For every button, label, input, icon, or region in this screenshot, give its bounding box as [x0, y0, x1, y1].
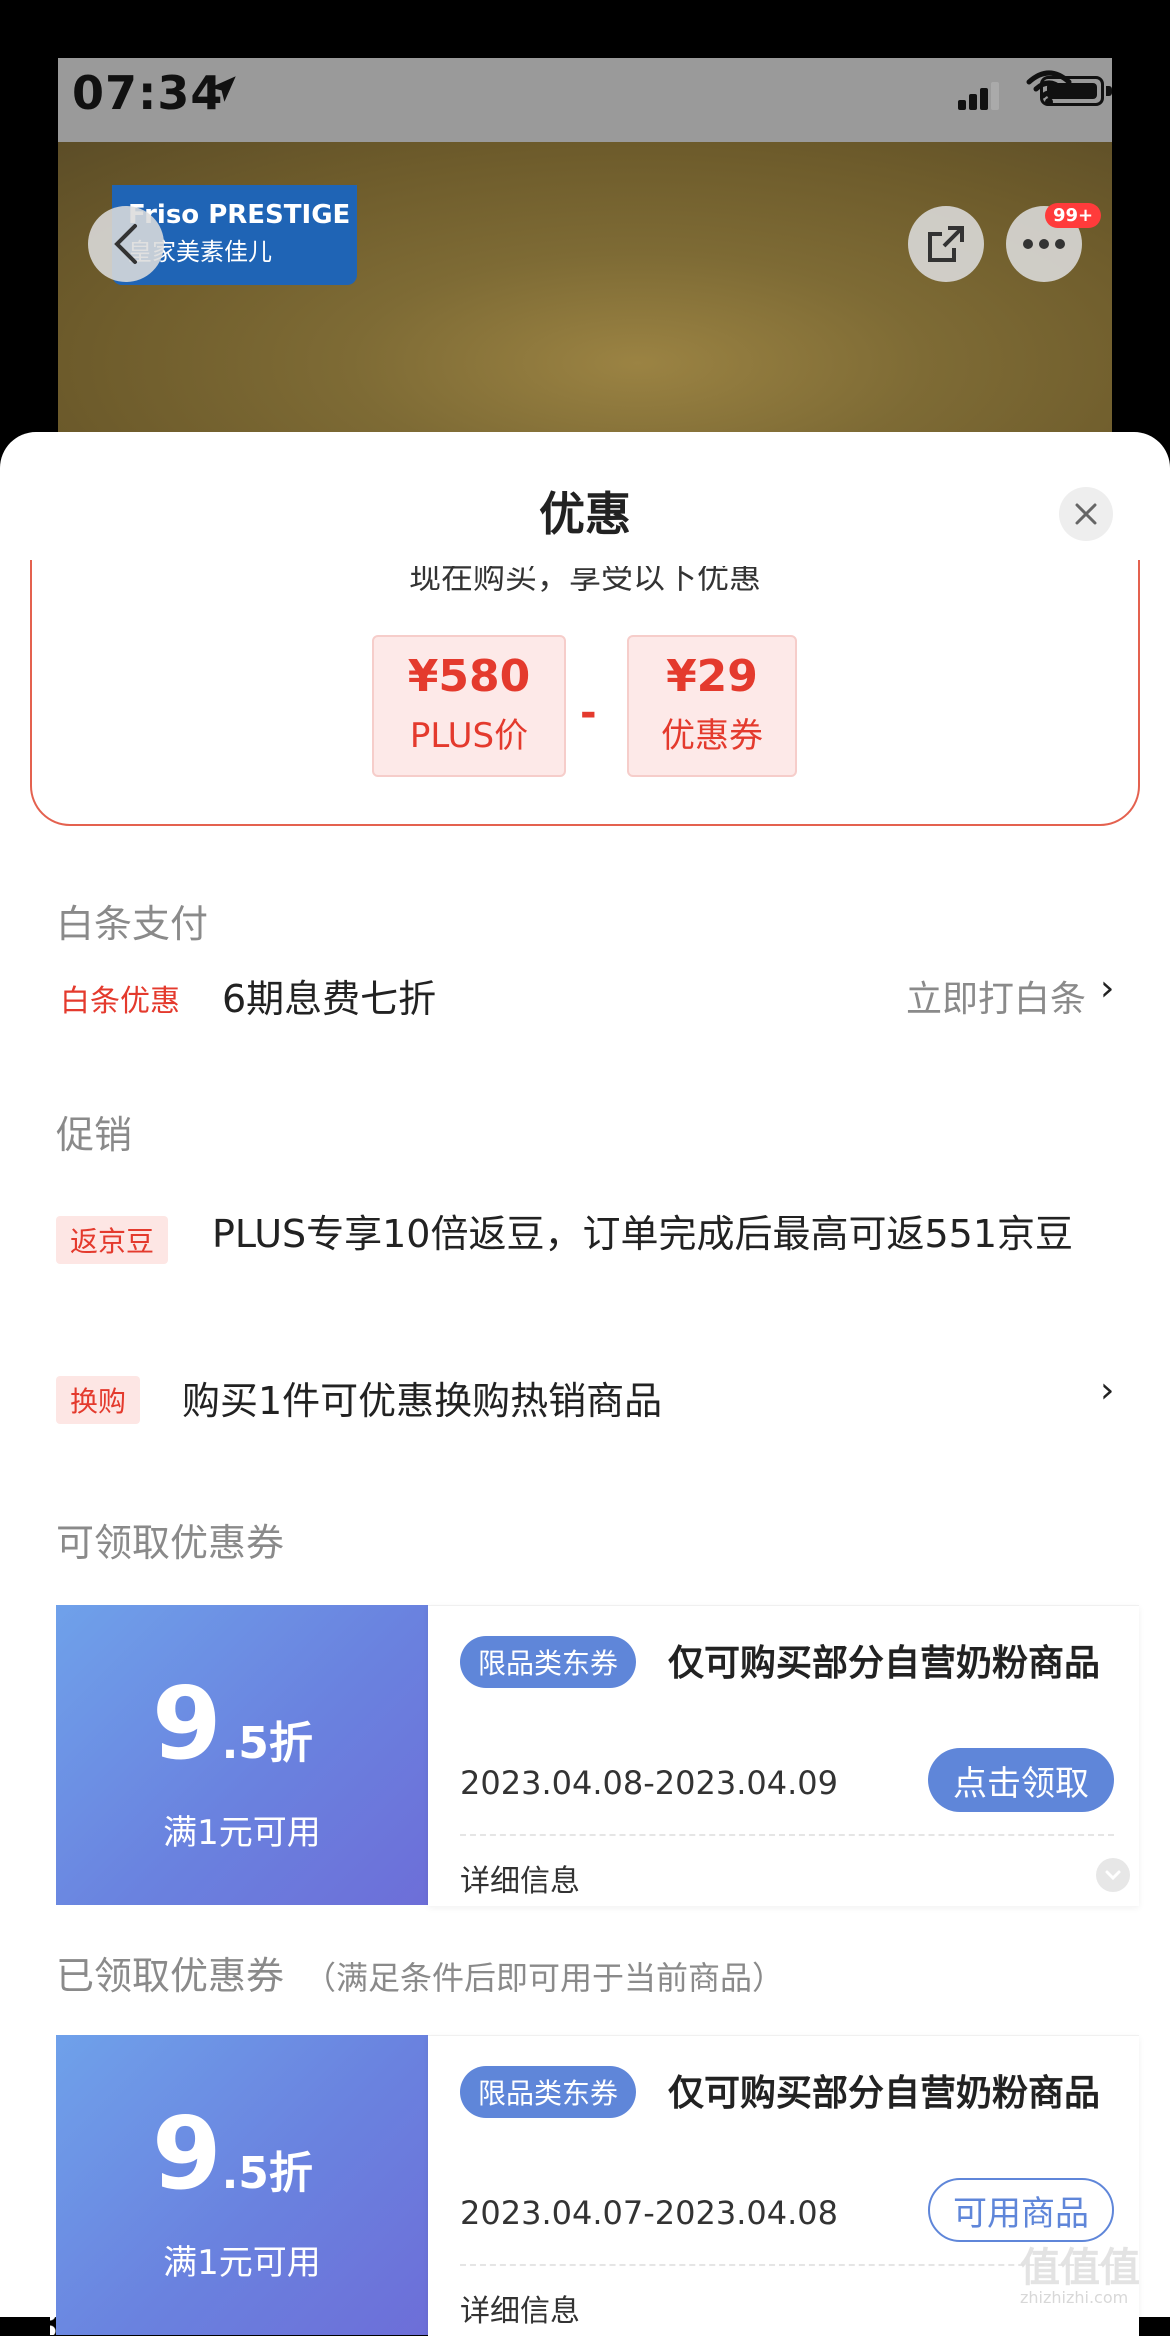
coupon-scallop-edge: [50, 1605, 62, 1905]
coupon-detail-link[interactable]: 详细信息: [460, 1856, 580, 1900]
back-button[interactable]: [88, 206, 164, 282]
chevron-left-icon: [114, 224, 137, 264]
baitiao-row[interactable]: 白条优惠 6期息费七折 立即打白条 ›: [0, 966, 1170, 1026]
coupon-value-panel: 9.5折 满1元可用: [50, 2035, 428, 2335]
coupon-type-tag: 限品类东券: [460, 2066, 637, 2118]
available-coupon-card: 9.5折 满1元可用 限品类东券 仅可购买部分自营奶粉商品 2023.04.08…: [50, 1605, 1139, 1906]
status-time: 07:34: [72, 66, 224, 120]
plus-price-value: ¥580: [407, 651, 531, 702]
baitiao-text: 6期息费七折: [222, 977, 437, 1021]
coupon-info-panel: 限品类东券 仅可购买部分自营奶粉商品 2023.04.08-2023.04.09…: [428, 1605, 1139, 1906]
minus-sign: -: [580, 690, 597, 736]
coupon-date-range: 2023.04.07-2023.04.08: [460, 2194, 838, 2232]
coupon-discount-value: ¥29: [666, 651, 758, 702]
more-dots-icon: [1023, 239, 1065, 249]
promotion-text-exchange: 购买1件可优惠换购热销商品: [182, 1379, 663, 1423]
chevron-right-icon: ›: [1100, 1370, 1115, 1411]
available-coupons-title: 可领取优惠券: [56, 1521, 285, 1565]
baitiao-tag: 白条优惠: [60, 984, 180, 1019]
battery-icon: [1040, 76, 1104, 106]
plus-price-box: ¥580 PLUS价: [372, 635, 566, 777]
claimed-coupons-title: 已领取优惠券 （满足条件后即可用于当前商品）: [56, 1945, 784, 2000]
coupon-description: 仅可购买部分自营奶粉商品: [668, 2073, 1101, 2114]
applicable-products-button[interactable]: 可用商品: [928, 2178, 1114, 2242]
share-button[interactable]: [908, 206, 984, 282]
coupon-condition: 满1元可用: [163, 1813, 321, 1853]
promotion-section-title: 促销: [56, 1113, 133, 1157]
plus-price-label: PLUS价: [409, 716, 529, 756]
coupon-date-range: 2023.04.08-2023.04.09: [460, 1764, 838, 1802]
coupon-divider: [460, 2264, 1114, 2266]
claimed-coupons-note: （满足条件后即可用于当前商品）: [304, 1959, 785, 1997]
location-arrow-icon: [210, 76, 236, 102]
coupon-discount-box: ¥29 优惠券: [627, 635, 797, 777]
coupon-description: 仅可购买部分自营奶粉商品: [668, 1643, 1101, 1684]
promotion-tag-jingdou: 返京豆: [56, 1216, 169, 1264]
cellular-signal-icon: [958, 80, 999, 110]
coupon-detail-link[interactable]: 详细信息: [460, 2286, 580, 2330]
close-button[interactable]: [1059, 487, 1113, 541]
coupon-discount: 9.5折: [152, 2095, 313, 2212]
promotion-text-jingdou: PLUS专享10倍返豆，订单完成后最高可返551京豆: [212, 1212, 1074, 1256]
coupon-value-panel: 9.5折 满1元可用: [50, 1605, 428, 1905]
coupon-discount: 9.5折: [152, 1665, 313, 1782]
baitiao-section-title: 白条支付: [56, 902, 209, 946]
share-icon: [928, 226, 964, 262]
brand-name-en: Friso PRESTIGE: [128, 200, 351, 230]
promotion-item-exchange[interactable]: 换购 购买1件可优惠换购热销商品 ›: [0, 1370, 1170, 1430]
claim-coupon-button[interactable]: 点击领取: [928, 1748, 1114, 1812]
coupon-divider: [460, 1834, 1114, 1836]
battery-cap: [1106, 86, 1112, 96]
price-summary-text: 现在购买，享受以下优惠: [408, 566, 761, 596]
watermark-logo: 值值值: [1020, 2245, 1140, 2291]
close-icon: [1075, 503, 1097, 525]
message-count-badge: 99+: [1045, 203, 1102, 228]
coupon-scallop-edge: [50, 2035, 62, 2335]
promotion-tag-exchange: 换购: [56, 1376, 141, 1424]
promotion-item: 返京豆 PLUS专享10倍返豆，订单完成后最高可返551京豆: [0, 1210, 1170, 1310]
coupon-condition: 满1元可用: [163, 2243, 321, 2283]
expand-detail-icon[interactable]: [1096, 1858, 1130, 1892]
claimed-coupon-card: 9.5折 满1元可用 限品类东券 仅可购买部分自营奶粉商品 2023.04.07…: [50, 2035, 1139, 2336]
coupon-type-tag: 限品类东券: [460, 1636, 637, 1688]
baitiao-action[interactable]: 立即打白条: [906, 970, 1086, 1022]
watermark-url: zhizhizhi.com: [1020, 2288, 1129, 2307]
sheet-title: 优惠: [539, 487, 631, 541]
status-bar: 07:34: [58, 58, 1112, 142]
coupon-discount-label: 优惠券: [661, 716, 763, 756]
claimed-coupons-label: 已领取优惠券: [56, 1954, 285, 1998]
chevron-right-icon: ›: [1100, 968, 1115, 1009]
